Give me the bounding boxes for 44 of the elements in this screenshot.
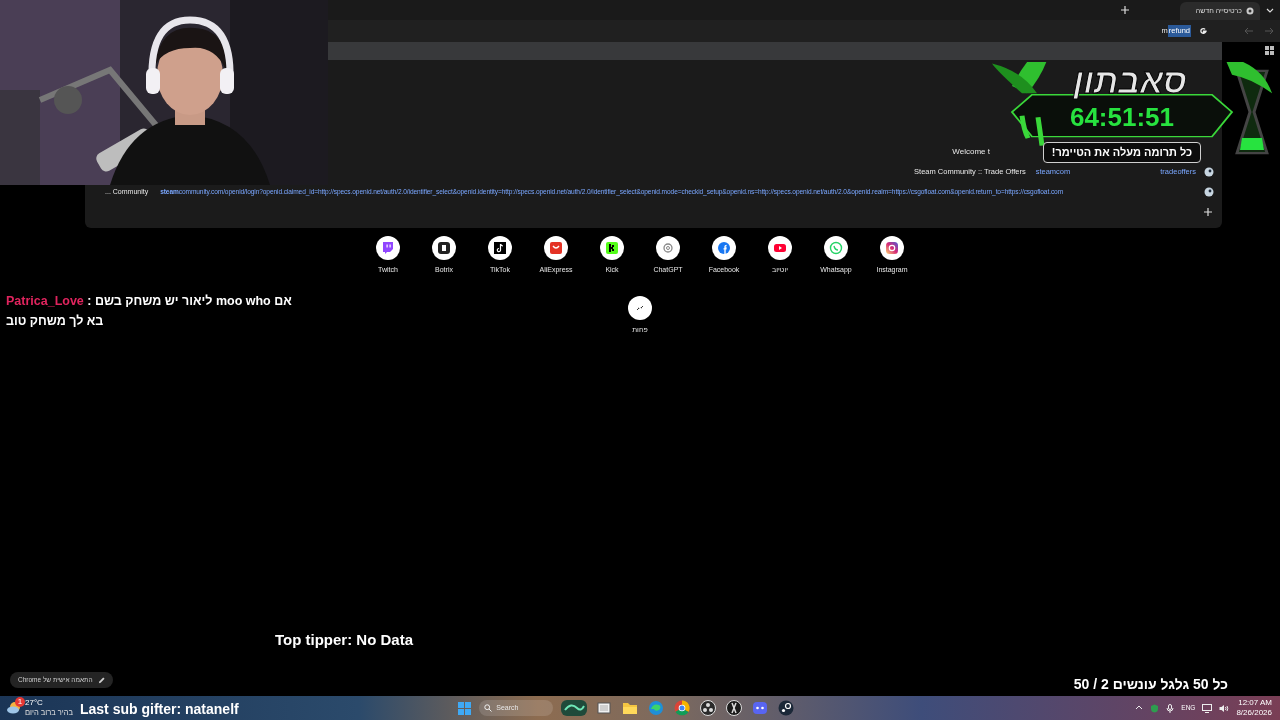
controller-icon[interactable] (751, 699, 770, 717)
play-icon (768, 236, 792, 260)
shield-icon (432, 236, 456, 260)
volume-icon[interactable] (1219, 703, 1230, 713)
camera-icon (880, 236, 904, 260)
countdown-timer: 64:51:51 (1069, 102, 1175, 132)
round-logo-icon (712, 236, 736, 260)
microphone-icon[interactable] (1166, 703, 1175, 713)
widgets-icon[interactable] (561, 700, 588, 716)
music-note-icon (488, 236, 512, 260)
gear-ball-icon[interactable] (777, 699, 796, 717)
top-tipper-label: Top tipper: No Data (275, 630, 414, 650)
clock-time[interactable]: 12:07 AM (1238, 698, 1272, 708)
globe-icon (1246, 7, 1254, 15)
site-icon (1204, 187, 1214, 197)
plus-icon (1121, 6, 1129, 14)
last-sub-gifter-label: Last sub gifter: natanelf (80, 700, 239, 718)
search-engine-icon (1199, 26, 1208, 36)
new-tab-button[interactable] (1118, 3, 1132, 17)
task-view-icon[interactable] (595, 699, 614, 717)
search-icon (484, 704, 493, 712)
tricolor-circle-icon[interactable] (673, 699, 692, 717)
weather-temperature: 27°C (25, 698, 43, 708)
k-block-icon (600, 236, 624, 260)
windows-icon[interactable] (458, 701, 472, 715)
overlay-subtitle: כל תרומה מעלה את הטיימר! (1042, 142, 1202, 163)
site-icon (1204, 167, 1214, 177)
clock-date[interactable]: 8/26/2026 (1236, 708, 1272, 718)
notification-badge: 1 (15, 697, 25, 707)
chevron-up-icon[interactable] (1135, 704, 1144, 712)
network-icon[interactable] (1202, 703, 1213, 713)
plus-icon[interactable] (1204, 208, 1212, 216)
apps-grid-icon[interactable] (1265, 46, 1274, 55)
speech-bubble-icon (376, 236, 400, 260)
bag-icon (544, 236, 568, 260)
knot-icon (656, 236, 680, 260)
app-icon[interactable] (725, 699, 744, 717)
suggestion-text[interactable]: Welcome t (952, 146, 990, 158)
pencil-icon (97, 676, 105, 684)
swirl-icon[interactable] (647, 699, 666, 717)
caret-icon[interactable] (1266, 6, 1274, 14)
wheel-goal-label: כל 50 גלגל עונשים 2 / 50 (1073, 675, 1228, 694)
overlay-title: סאבתון (1073, 62, 1187, 100)
phone-bubble-icon (824, 236, 848, 260)
